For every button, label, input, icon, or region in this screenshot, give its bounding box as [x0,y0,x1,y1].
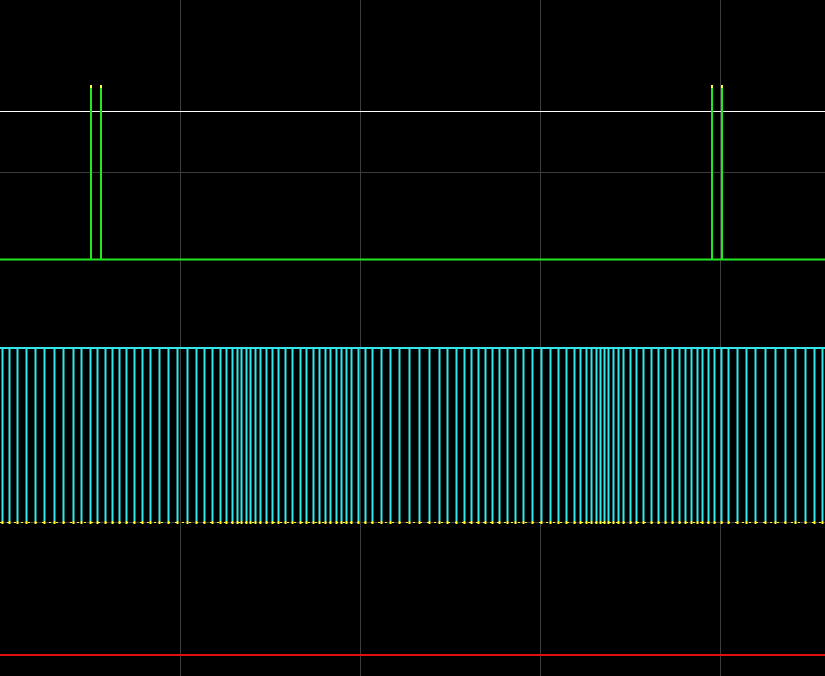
display-background [0,0,825,676]
oscilloscope-display [0,0,825,676]
waveform-canvas [0,0,825,676]
